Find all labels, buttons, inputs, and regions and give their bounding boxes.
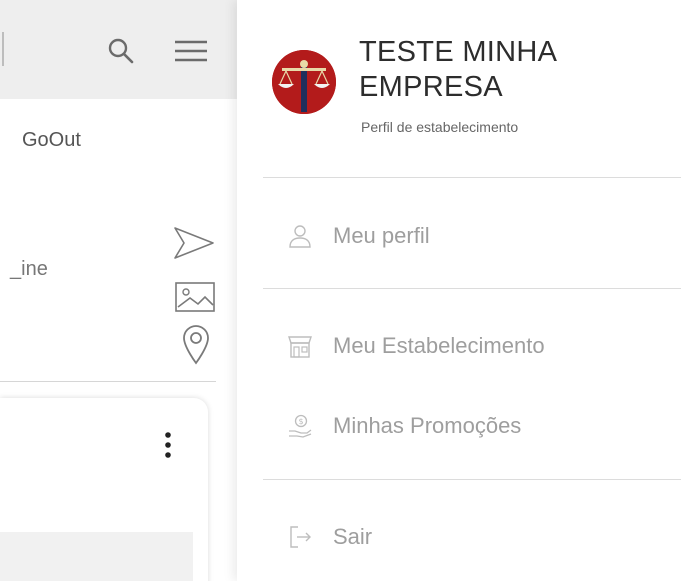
search-icon[interactable] <box>106 36 136 66</box>
location-pin-icon[interactable] <box>181 323 211 365</box>
menu-item-sair[interactable]: Sair <box>287 517 372 557</box>
company-name-line2: EMPRESA <box>359 71 503 103</box>
user-icon <box>287 223 313 249</box>
store-icon <box>287 333 313 359</box>
navigation-drawer: TESTE MINHA EMPRESA Perfil de estabeleci… <box>237 0 699 581</box>
hamburger-menu-icon[interactable] <box>172 38 210 64</box>
menu-item-label: Sair <box>333 524 373 549</box>
tab-goout[interactable]: GoOut <box>22 129 81 152</box>
menu-item-minhas-promocoes[interactable]: $ Minhas Promoções <box>287 406 521 446</box>
company-name: TESTE MINHA EMPRESA <box>359 35 557 105</box>
more-vertical-icon[interactable] <box>159 428 177 462</box>
drawer-divider <box>263 479 681 480</box>
send-icon[interactable] <box>172 225 216 261</box>
menu-item-label: Minhas Promoções <box>333 413 522 438</box>
divider <box>0 381 216 382</box>
drawer-divider <box>263 177 681 178</box>
profile-type: Perfil de estabelecimento <box>361 119 519 135</box>
toolbar-edge <box>2 32 8 66</box>
logout-icon <box>287 524 313 550</box>
avatar[interactable] <box>272 50 336 114</box>
menu-item-label: Meu Estabelecimento <box>333 333 545 358</box>
company-name-line1: TESTE MINHA <box>359 36 558 68</box>
image-icon[interactable] <box>174 281 216 313</box>
svg-text:$: $ <box>298 417 303 426</box>
line-label: _ine <box>10 258 48 280</box>
menu-item-meu-perfil[interactable]: Meu perfil <box>287 216 430 256</box>
promotion-icon: $ <box>287 413 313 439</box>
card-footer <box>0 532 193 581</box>
app-toolbar <box>0 0 237 99</box>
scales-of-justice-icon <box>272 50 336 114</box>
menu-item-meu-estabelecimento[interactable]: Meu Estabelecimento <box>287 326 545 366</box>
menu-item-label: Meu perfil <box>333 223 430 248</box>
drawer-divider <box>263 288 681 289</box>
background-app: GoOut _ine <box>0 0 237 581</box>
